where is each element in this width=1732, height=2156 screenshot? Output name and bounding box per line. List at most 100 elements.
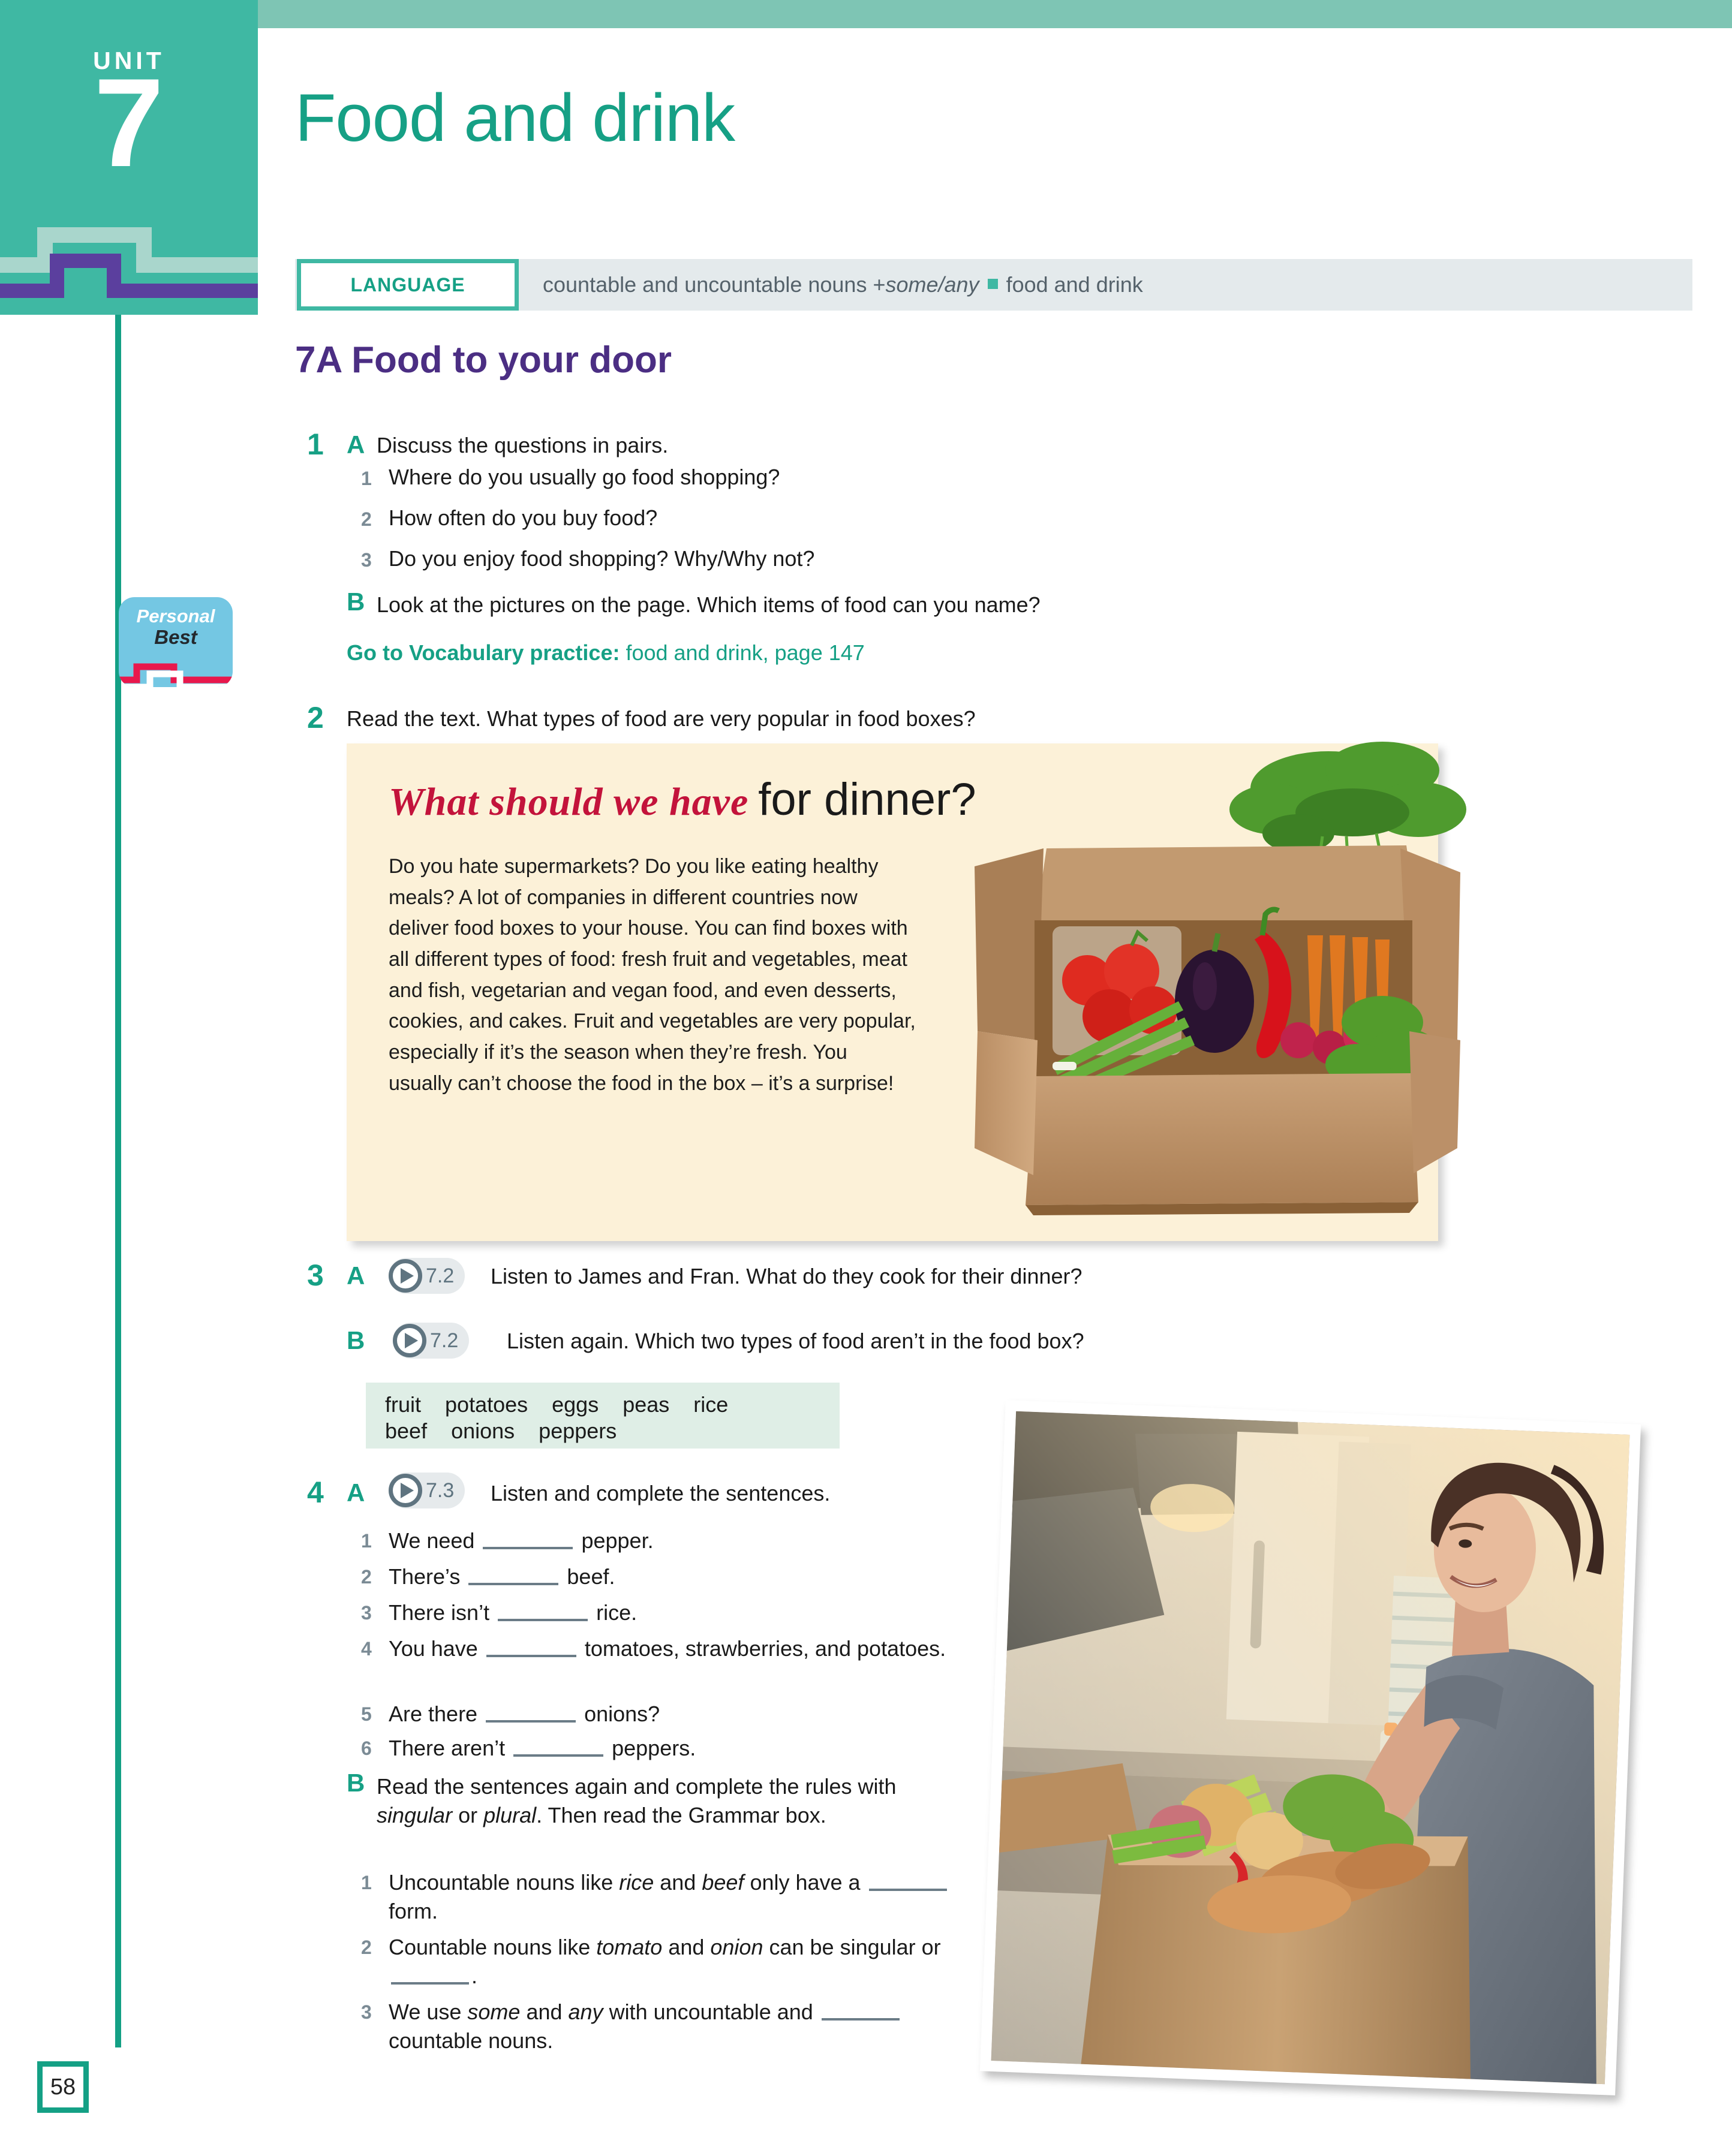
b-italic-2: plural [483, 1802, 537, 1827]
sentence-2: There’s beef. [389, 1562, 988, 1591]
vocabulary-practice-link[interactable]: Go to Vocabulary practice: food and drin… [347, 640, 865, 666]
personal-best-line1: Personal [136, 606, 215, 627]
exercise-4-number: 4 [307, 1476, 324, 1509]
sentence-4: You have tomatoes, strawberries, and pot… [389, 1634, 994, 1663]
s3-number: 3 [361, 1602, 372, 1624]
language-part2: food and drink [1006, 272, 1143, 297]
answer-blank[interactable] [486, 1655, 576, 1657]
sentence-3: There isn’t rice. [389, 1598, 988, 1627]
rule-2-p4: . [471, 1963, 478, 1988]
exercise-4b-instruction: Read the sentences again and complete th… [377, 1772, 952, 1829]
rule-2: Countable nouns like tomato and onion ca… [389, 1933, 994, 1990]
rule-2-p3: can be singular or [763, 1935, 941, 1959]
article-headline-cursive: What should we have [389, 780, 749, 824]
sentence-1: We need pepper. [389, 1526, 988, 1555]
play-icon [389, 1474, 422, 1507]
rule-2-i2: onion [710, 1935, 763, 1959]
rule-2-i1: tomato [596, 1935, 663, 1959]
vocabulary-practice-label: Go to Vocabulary practice: [347, 640, 620, 665]
rule-1-i2: beef [702, 1870, 744, 1895]
sentence-6-pre: There aren’t [389, 1736, 512, 1760]
answer-blank[interactable] [486, 1720, 576, 1723]
exercise-3a-instruction: Listen to James and Fran. What do they c… [491, 1264, 1082, 1288]
rule-1-i1: rice [619, 1870, 654, 1895]
zigzag-purple-decoration [0, 254, 258, 298]
word-bank-line-2: beef onions peppers [385, 1419, 617, 1443]
s5-number: 5 [361, 1703, 372, 1725]
exercise-2-instruction: Read the text. What types of food are ve… [347, 706, 976, 731]
q1-number: 1 [361, 468, 372, 489]
exercise-1a-letter: A [347, 430, 365, 459]
audio-button-3a[interactable]: 7.2 [389, 1258, 465, 1294]
audio-track-4a: 7.3 [426, 1479, 455, 1502]
rule-2-p2: and [662, 1935, 711, 1959]
exercise-3a-letter: A [347, 1261, 365, 1290]
q2-text: How often do you buy food? [389, 505, 658, 530]
rule-2-p1: Countable nouns like [389, 1935, 597, 1959]
rule-3-number: 3 [361, 2001, 372, 2023]
exercise-2-number: 2 [307, 701, 324, 734]
q2-number: 2 [361, 508, 372, 530]
play-icon [393, 1324, 426, 1357]
rule-1-p1: Uncountable nouns like [389, 1870, 620, 1895]
sentence-1-pre: We need [389, 1528, 481, 1553]
b-text-1: Read the sentences again and complete th… [377, 1774, 897, 1799]
exercise-1b-letter: B [347, 588, 365, 616]
s2-number: 2 [361, 1566, 372, 1588]
exercise-4a-letter: A [347, 1479, 365, 1507]
audio-track-3a: 7.2 [426, 1264, 455, 1287]
sentence-5: Are there onions? [389, 1700, 988, 1729]
answer-blank[interactable] [513, 1754, 604, 1757]
page-number: 58 [37, 2061, 89, 2113]
sentence-2-pre: There’s [389, 1564, 467, 1589]
personal-best-line2: Best [154, 626, 197, 648]
rule-1: Uncountable nouns like rice and beef onl… [389, 1868, 994, 1925]
answer-blank[interactable] [868, 1889, 947, 1891]
answer-blank[interactable] [498, 1619, 588, 1621]
sentence-2-post: beef. [561, 1564, 615, 1589]
word-bank: fruit potatoes eggs peas rice beef onion… [366, 1383, 840, 1449]
rule-1-p3: only have a [744, 1870, 867, 1895]
exercise-1b-instruction: Look at the pictures on the page. Which … [377, 592, 1041, 617]
kitchen-photo [991, 1411, 1630, 2085]
language-summary: countable and uncountable nouns + some/a… [543, 259, 1143, 311]
article-body: Do you hate supermarkets? Do you like ea… [389, 855, 916, 1095]
answer-blank[interactable] [468, 1583, 559, 1585]
badge-zigzag-white [119, 670, 233, 687]
top-band-light [0, 0, 1732, 28]
audio-button-3b[interactable]: 7.2 [393, 1323, 470, 1359]
rule-1-p2: and [654, 1870, 702, 1895]
language-tag: LANGUAGE [297, 259, 519, 311]
unit-number: 7 [94, 52, 164, 193]
kitchen-photo-frame [979, 1400, 1641, 2095]
rule-1-p4: form. [389, 1898, 438, 1923]
exercise-3-number: 3 [307, 1258, 324, 1292]
b-text-2: or [452, 1802, 484, 1827]
square-bullet-icon [987, 279, 998, 289]
rule-3-p4: countable nouns. [389, 2028, 554, 2053]
answer-blank[interactable] [821, 2018, 900, 2021]
sentence-5-post: onions? [578, 1702, 660, 1726]
sentence-4-post: tomatoes, strawberries, and potatoes. [578, 1636, 946, 1661]
sentence-5-pre: Are there [389, 1702, 484, 1726]
exercise-3b-instruction: Listen again. Which two types of food ar… [507, 1329, 1084, 1353]
b-text-3: . Then read the Grammar box. [536, 1802, 826, 1827]
rule-2-number: 2 [361, 1937, 372, 1958]
audio-button-4a[interactable]: 7.3 [389, 1473, 465, 1508]
article-headline-plain: for dinner? [758, 774, 976, 825]
sentence-6: There aren’t peppers. [389, 1734, 988, 1763]
language-part1: countable and uncountable nouns + [543, 272, 886, 297]
exercise-1a-instruction: Discuss the questions in pairs. [377, 433, 669, 457]
unit-badge: UNIT 7 [0, 0, 258, 315]
section-heading: 7A Food to your door [295, 339, 672, 381]
rule-3-i1: some [467, 2000, 521, 2024]
rule-3-p1: We use [389, 2000, 468, 2024]
answer-blank[interactable] [391, 1982, 469, 1985]
sentence-6-post: peppers. [606, 1736, 696, 1760]
page-title: Food and drink [295, 80, 735, 155]
answer-blank[interactable] [483, 1547, 573, 1549]
language-italic: some/any [885, 272, 979, 297]
s1-number: 1 [361, 1530, 372, 1552]
b-italic-1: singular [377, 1802, 453, 1827]
article-headline: What should we have for dinner? [389, 773, 1420, 826]
